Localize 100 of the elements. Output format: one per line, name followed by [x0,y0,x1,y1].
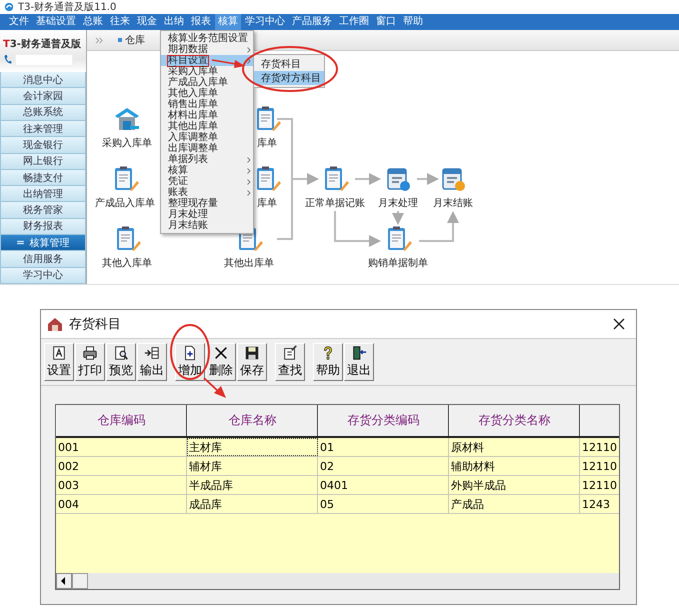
sidebar-item[interactable]: 税务管家 [0,202,86,219]
sidebar-item[interactable]: 畅捷支付 [0,170,86,186]
edit-page-icon [282,345,298,361]
flow-node-label[interactable]: 购销单据制单 [368,256,428,270]
flow-node-label[interactable]: 产成品入库单 [95,196,155,210]
menu-entry[interactable]: 其他出库单 [161,121,253,132]
phone-icon [3,54,12,66]
sidebar-item[interactable]: 会计家园 [0,88,86,105]
menu-entry[interactable]: 材料出库单 [161,110,253,121]
table-cell[interactable]: 半成品库 [187,476,318,494]
scroll-left-icon[interactable] [56,573,72,589]
column-header[interactable]: 仓库名称 [187,405,318,436]
sidebar-item[interactable]: 消息中心 [0,72,86,88]
menu-entry[interactable]: 月末处理 [161,209,253,220]
toolbar-button[interactable]: 设置 [44,343,74,381]
menu-entry[interactable]: 单据列表 [161,154,253,165]
column-header[interactable]: 存货分类编码 [318,405,449,436]
table-cell[interactable]: 成品库 [187,495,318,513]
table-cell[interactable]: 004 [56,495,187,513]
preview-icon [113,345,129,361]
menu-item[interactable]: 文件 [6,14,32,30]
menu-entry[interactable]: 核算 [161,165,253,176]
table-cell[interactable]: 辅助材料 [449,457,580,475]
sidebar-item[interactable]: 总账系统 [0,104,86,121]
close-icon[interactable] [612,317,626,331]
toolbar-button[interactable]: 打印 [75,343,105,381]
table-cell[interactable]: 12110 [580,457,619,475]
column-header[interactable]: 仓库编码 [56,405,187,436]
flow-node-label[interactable]: 正常单据记账 [305,196,365,210]
menu-entry[interactable]: 入库调整单 [161,132,253,143]
menu-item[interactable]: 报表 [188,14,214,30]
horizontal-scrollbar[interactable] [56,573,619,589]
menu-item[interactable]: 现金 [134,14,160,30]
tab[interactable]: 仓库 [118,33,145,47]
table-cell[interactable]: 外购半成品 [449,476,580,494]
sidebar-item[interactable]: 信用服务 [0,251,86,268]
menu-entry[interactable]: 期初数据 [161,44,253,55]
table-cell[interactable]: 01 [318,438,449,456]
sidebar-item[interactable]: 现金银行 [0,137,86,154]
toolbar-button[interactable]: 预览 [106,343,136,381]
menu-entry[interactable]: 存货对方科目 [254,71,324,85]
flow-node-label[interactable]: 其他出库单 [224,256,274,270]
sidebar-item[interactable]: 学习中心 [0,268,86,284]
annotation-arrow [203,377,226,398]
flow-node-label[interactable]: 月末处理 [378,196,418,210]
table-cell[interactable]: 02 [318,457,449,475]
table-cell[interactable]: 12110 [580,438,619,456]
table-cell[interactable]: 产成品 [449,495,580,513]
menu-item[interactable]: 基础设置 [33,14,79,30]
save-icon [244,345,260,361]
table-cell[interactable]: 1243 [580,495,619,513]
table-cell[interactable]: 辅材库 [187,457,318,475]
sidebar-item[interactable]: 核算管理 [0,235,86,252]
table-cell[interactable]: 12110 [580,476,619,494]
sidebar-item[interactable]: 网上银行 [0,154,86,170]
table-cell[interactable]: 主材库 [187,438,318,456]
toolbar-button[interactable]: 保存 [237,343,267,381]
menu-entry[interactable]: 采购入库单 [161,66,253,77]
scrollbar-thumb[interactable] [72,573,88,589]
table-cell[interactable]: 0401 [318,476,449,494]
menu-entry[interactable]: 凭证 [161,176,253,187]
table-cell[interactable]: 05 [318,495,449,513]
menu-item[interactable]: 学习中心 [242,14,288,30]
toolbar-button[interactable]: 查找 [275,343,305,381]
menu-entry[interactable]: 出库调整单 [161,143,253,154]
toolbar-button[interactable]: 帮助 [313,343,343,381]
sidebar-item[interactable]: 财务报表 [0,218,86,236]
menu-item[interactable]: 帮助 [400,14,426,30]
table-cell[interactable]: 003 [56,476,187,494]
menu-entry[interactable]: 产成品入库单 [161,77,253,88]
menu-entry[interactable]: 核算业务范围设置 [161,33,253,44]
menu-item[interactable]: 往来 [107,14,133,30]
menu-item[interactable]: 工作圈 [336,14,372,30]
menu-entry[interactable]: 月末结账 [161,220,253,231]
menu-entry[interactable]: 存货科目 [254,57,324,71]
toolbar-button[interactable]: 删除 [206,343,236,381]
menu-item[interactable]: 出纳 [161,14,187,30]
column-header[interactable]: 存货分类名称 [449,405,580,436]
menu-entry[interactable]: 销售出库单 [161,99,253,110]
menu-item[interactable]: 产品服务 [289,14,335,30]
dialog-title: 存货科目 [69,316,122,333]
table-cell[interactable]: 001 [56,438,187,456]
flow-node-label[interactable]: 库单 [257,196,277,210]
flow-node-label[interactable]: 月末结账 [433,196,473,210]
menu-item[interactable]: 窗口 [373,14,399,30]
table-cell[interactable]: 002 [56,457,187,475]
flow-node-label[interactable]: 库单 [257,136,277,150]
toolbar-button[interactable]: 输出 [137,343,167,381]
table-cell[interactable]: 原材料 [449,438,580,456]
flow-node-label[interactable]: 采购入库单 [102,136,152,150]
sidebar-item[interactable]: 出纳管理 [0,186,86,202]
toolbar-button[interactable]: 退出 [344,343,374,381]
menu-item[interactable]: 总账 [80,14,106,30]
flow-node-label[interactable]: 其他入库单 [102,256,152,270]
menu-entry[interactable]: 账表 [161,187,253,198]
sidebar-item[interactable]: 往来管理 [0,120,86,138]
annotation-ellipse [170,324,210,380]
menu-entry[interactable]: 整理现存量 [161,198,253,209]
menu-entry[interactable]: 其他入库单 [161,88,253,99]
toolbar-button[interactable]: 增加 [175,343,205,381]
